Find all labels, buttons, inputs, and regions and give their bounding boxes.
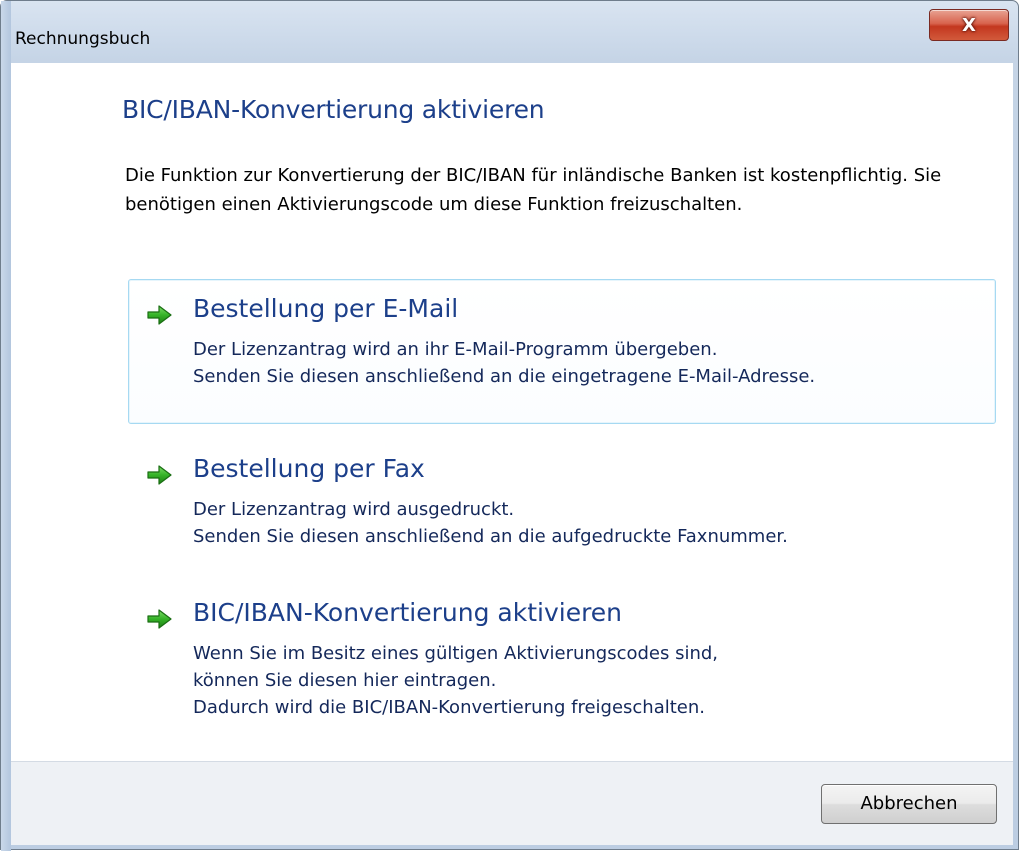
title-bar[interactable]: Rechnungsbuch X bbox=[1, 1, 1018, 59]
command-link-line: Wenn Sie im Besitz eines gültigen Aktivi… bbox=[193, 643, 719, 664]
green-arrow-icon bbox=[147, 609, 172, 629]
command-link-title: BIC/IBAN-Konvertierung aktivieren bbox=[193, 598, 623, 627]
close-icon: X bbox=[962, 15, 976, 36]
command-link-description: Wenn Sie im Besitz eines gültigen Aktivi… bbox=[193, 640, 718, 721]
dialog-window: Rechnungsbuch X BIC/IBAN-Konvertierung a… bbox=[0, 0, 1019, 851]
command-link-line: Der Lizenzantrag wird ausgedruckt. bbox=[193, 499, 515, 520]
command-link-line: Senden Sie diesen anschließend an die au… bbox=[193, 526, 788, 547]
window-frame-left bbox=[1, 1, 11, 851]
command-link-title: Bestellung per Fax bbox=[193, 454, 425, 483]
green-arrow-icon bbox=[147, 465, 172, 485]
command-link-email[interactable]: Bestellung per E-Mail Der Lizenzantrag w… bbox=[128, 279, 996, 424]
command-link-line: Dadurch wird die BIC/IBAN-Konvertierung … bbox=[193, 697, 705, 718]
command-link-description: Der Lizenzantrag wird an ihr E-Mail-Prog… bbox=[193, 336, 815, 390]
close-button[interactable]: X bbox=[929, 9, 1009, 41]
main-instruction: BIC/IBAN-Konvertierung aktivieren bbox=[122, 95, 545, 124]
green-arrow-icon bbox=[147, 305, 172, 325]
description-text: Die Funktion zur Konvertierung der BIC/I… bbox=[125, 165, 942, 215]
cancel-button[interactable]: Abbrechen bbox=[821, 784, 997, 824]
command-link-activate[interactable]: BIC/IBAN-Konvertierung aktivieren Wenn S… bbox=[128, 583, 996, 733]
command-link-line: Senden Sie diesen anschließend an die ei… bbox=[193, 366, 816, 387]
dialog-content: BIC/IBAN-Konvertierung aktivieren Die Fu… bbox=[11, 63, 1013, 761]
command-link-fax[interactable]: Bestellung per Fax Der Lizenzantrag wird… bbox=[128, 439, 996, 559]
command-link-title: Bestellung per E-Mail bbox=[193, 294, 459, 323]
command-link-line: können Sie diesen hier eintragen. bbox=[193, 670, 497, 691]
command-link-description: Der Lizenzantrag wird ausgedruckt. Sende… bbox=[193, 496, 788, 550]
window-title: Rechnungsbuch bbox=[15, 29, 151, 49]
dialog-footer: Abbrechen bbox=[11, 761, 1013, 845]
command-link-line: Der Lizenzantrag wird an ihr E-Mail-Prog… bbox=[193, 339, 718, 360]
